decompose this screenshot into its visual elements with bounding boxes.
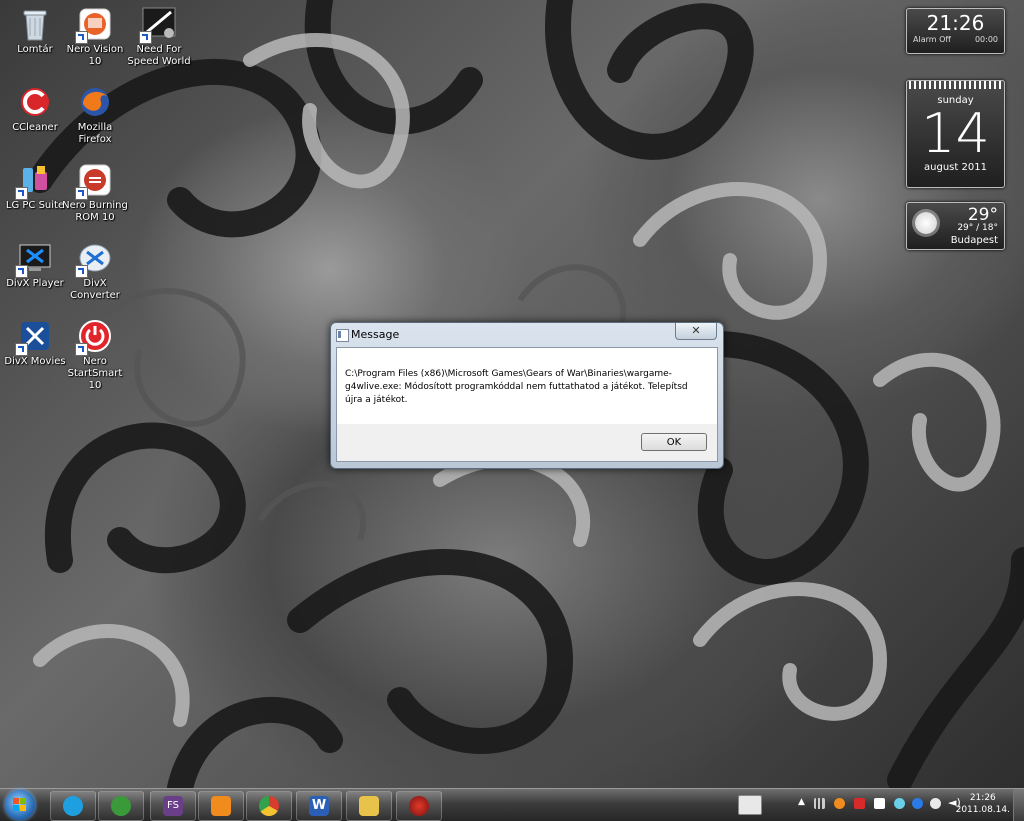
weather-gadget[interactable]: 29° 29° / 18° Budapest	[906, 202, 1005, 250]
taskbar-media-player-button[interactable]	[198, 791, 244, 821]
nero-vision-icon	[75, 6, 113, 44]
taskbar-explorer-button[interactable]	[346, 791, 392, 821]
word-icon: W	[309, 796, 329, 816]
calendar-gadget[interactable]: sunday 14 august 2011	[906, 80, 1005, 188]
show-hidden-icons[interactable]: ▲	[798, 797, 805, 807]
nfs-world-icon	[139, 6, 177, 44]
calendar-day-number: 14	[921, 102, 990, 165]
weather-range: 29° / 18°	[957, 223, 998, 233]
skype-icon	[63, 796, 83, 816]
dialog-footer: OK	[336, 424, 718, 462]
flag-icon[interactable]	[874, 798, 885, 809]
weather-temperature: 29°	[967, 205, 998, 225]
messenger-icon	[111, 796, 131, 816]
windows-logo-icon	[13, 798, 27, 812]
taskbar-clock[interactable]: 21:26 2011.08.14.	[956, 792, 1010, 816]
firefox-icon	[77, 84, 113, 120]
nero-burning-rom-icon	[75, 162, 113, 200]
chrome-icon	[259, 796, 279, 816]
desktop-icon-nero-vision[interactable]: Nero Vision 10	[60, 6, 130, 68]
blue-app-icon[interactable]	[912, 798, 923, 809]
ccleaner-icon	[17, 84, 53, 120]
network-icon[interactable]	[814, 798, 825, 809]
desktop-icon-firefox[interactable]: Mozilla Firefox	[60, 84, 130, 146]
taskbar-time: 21:26	[969, 793, 996, 803]
desktop-icon-divx-converter[interactable]: DivX Converter	[60, 240, 130, 302]
message-dialog: Message ✕ C:\Program Files (x86)\Microso…	[330, 322, 724, 469]
fs-icon: FS	[163, 796, 183, 816]
nero-startsmart-icon	[75, 318, 113, 356]
gears-of-war-icon	[409, 796, 429, 816]
divx-player-icon	[15, 240, 53, 278]
orange-app-icon[interactable]	[834, 798, 845, 809]
taskbar-messenger-button[interactable]	[98, 791, 144, 821]
update-icon[interactable]	[894, 798, 905, 809]
weather-city: Budapest	[950, 235, 998, 246]
media-player-icon	[211, 796, 231, 816]
lg-pc-suite-icon	[15, 162, 53, 200]
dialog-body: C:\Program Files (x86)\Microsoft Games\G…	[336, 347, 718, 425]
calendar-rings	[909, 81, 1002, 89]
divx-movies-icon	[15, 318, 53, 356]
recycle-bin-icon	[17, 6, 53, 42]
taskbar: FS W ▲ ◄) 21:26 2011.08.14.	[0, 788, 1024, 821]
taskbar-fs-button[interactable]: FS	[150, 791, 196, 821]
desktop-icon-nfs-world[interactable]: Need For Speed World	[124, 6, 194, 68]
gadget-alarm-time: 00:00	[974, 35, 998, 44]
show-desktop-button[interactable]	[1013, 789, 1024, 821]
taskbar-date: 2011.08.14.	[955, 805, 1010, 815]
folder-icon	[359, 796, 379, 816]
clock-gadget[interactable]: 21:26 Alarm Off 00:00	[906, 8, 1005, 54]
gadget-alarm-label: Alarm Off	[913, 35, 951, 44]
red-app-icon[interactable]	[854, 798, 865, 809]
dialog-message: C:\Program Files (x86)\Microsoft Games\G…	[345, 369, 688, 405]
sun-icon	[915, 212, 937, 234]
taskbar-gears-of-war-button[interactable]	[396, 791, 442, 821]
power-icon[interactable]	[930, 798, 941, 809]
desktop-icon-nero-startsmart[interactable]: Nero StartSmart 10	[60, 318, 130, 392]
desktop-icon-nero-burning-rom[interactable]: Nero Burning ROM 10	[60, 162, 130, 224]
dialog-app-icon	[336, 329, 349, 342]
dialog-title: Message	[351, 328, 400, 341]
dialog-close-button[interactable]: ✕	[675, 323, 717, 340]
divx-converter-icon	[75, 240, 113, 278]
taskbar-word-button[interactable]: W	[296, 791, 342, 821]
gadget-clock-time: 21:26	[926, 11, 985, 35]
start-button[interactable]	[5, 790, 35, 820]
taskbar-chrome-button[interactable]	[246, 791, 292, 821]
ok-button[interactable]: OK	[641, 433, 707, 451]
taskbar-skype-button[interactable]	[50, 791, 96, 821]
tablet-input-icon[interactable]	[738, 795, 762, 815]
